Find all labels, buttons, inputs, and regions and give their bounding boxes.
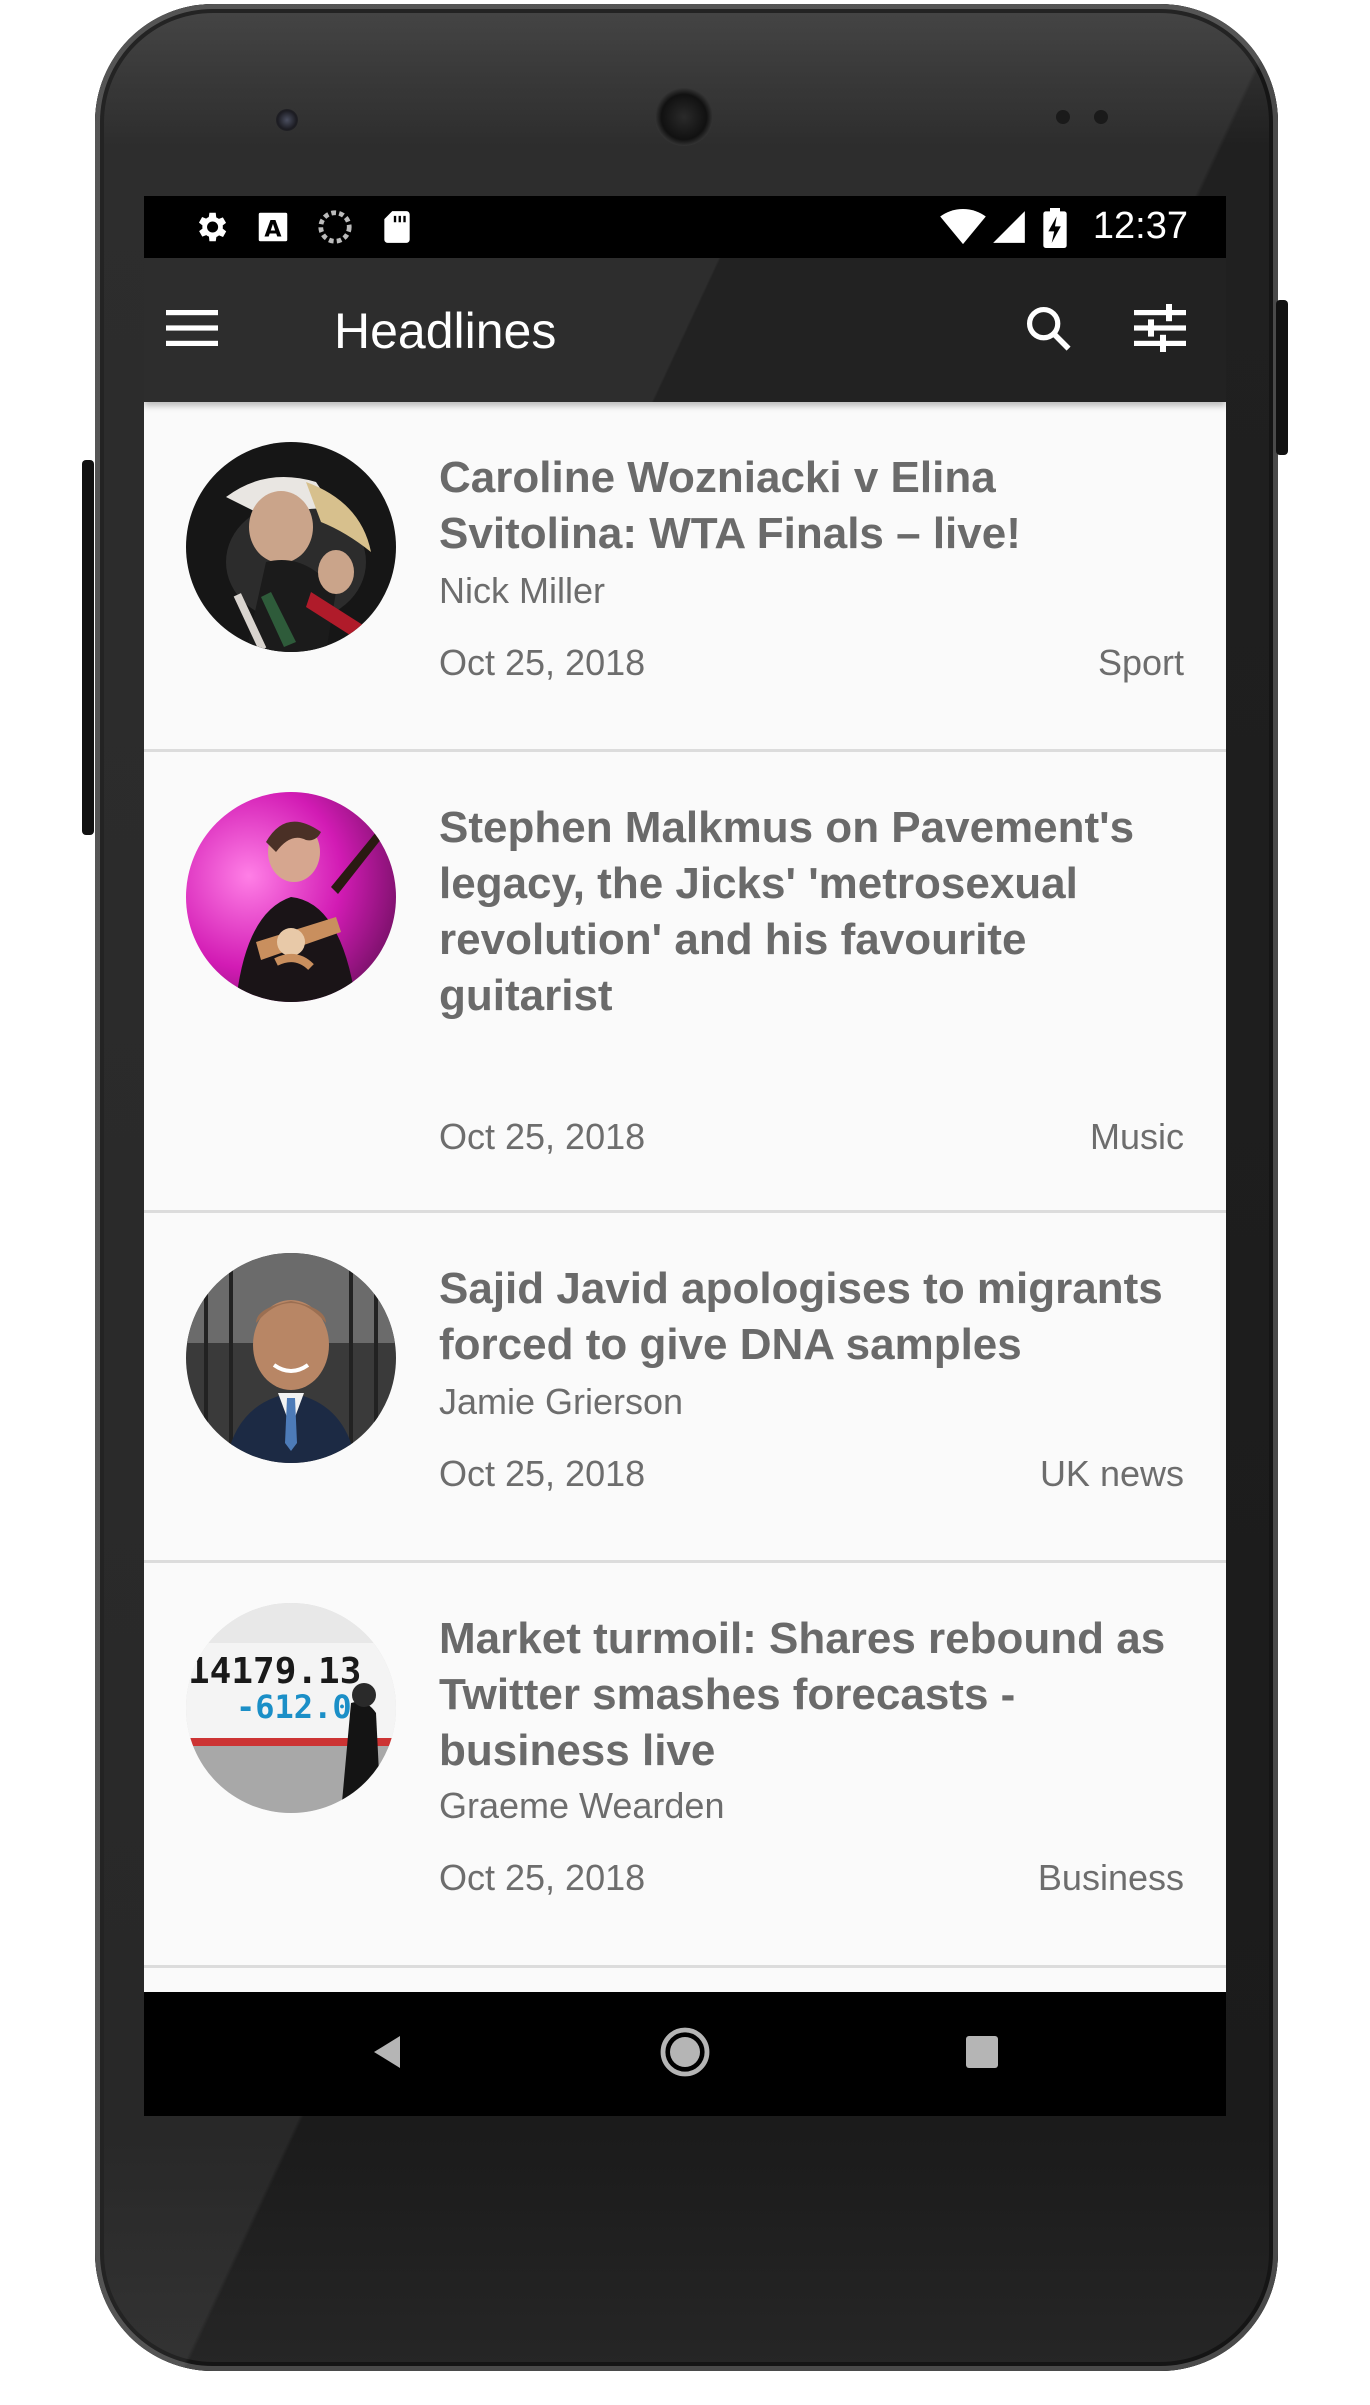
search-icon <box>1022 302 1074 359</box>
battery-charging-icon <box>1040 208 1070 248</box>
home-icon <box>659 2026 711 2083</box>
power-button <box>1276 300 1288 455</box>
system-nav-bar <box>144 1992 1226 2116</box>
front-camera <box>276 109 298 131</box>
article-thumbnail <box>186 1253 396 1463</box>
article-date: Oct 25, 2018 <box>439 1857 646 1898</box>
list-item[interactable]: Stephen Malkmus on Pavement's legacy, th… <box>144 752 1226 1213</box>
earpiece <box>655 88 713 146</box>
back-icon <box>368 2032 408 2077</box>
article-date: Oct 25, 2018 <box>439 642 646 683</box>
article-thumbnail <box>186 792 396 1002</box>
article-headline: Stephen Malkmus on Pavement's legacy, th… <box>439 803 1135 1020</box>
sliders-icon <box>1134 303 1186 357</box>
recents-button[interactable] <box>950 2022 1014 2086</box>
article-section: Sport <box>1097 642 1184 683</box>
hamburger-icon <box>166 308 218 353</box>
svg-text:A: A <box>264 217 282 243</box>
recents-icon <box>964 2034 1000 2075</box>
article-section: Music <box>1089 1116 1184 1157</box>
status-bar: A 12:37 <box>144 196 1226 258</box>
article-thumbnail: 14179.13 -612.0 <box>186 1603 396 1813</box>
phone-screen: A 12:37 Headlines Caroline Wozniacki v E… <box>144 196 1226 2116</box>
proximity-sensor <box>1056 110 1070 124</box>
wifi-icon <box>940 208 986 246</box>
menu-button[interactable] <box>156 294 228 366</box>
back-button[interactable] <box>356 2022 420 2086</box>
list-item[interactable]: Caroline Wozniacki v Elina Svitolina: WT… <box>144 402 1226 752</box>
filter-button[interactable] <box>1124 294 1196 366</box>
list-item[interactable]: 14179.13 -612.0 Market turmoil: Shares r… <box>144 1563 1226 1968</box>
signal-icon <box>990 208 1028 246</box>
headline-list: Caroline Wozniacki v Elina Svitolina: WT… <box>144 402 1226 1968</box>
article-thumbnail <box>186 442 396 652</box>
volume-button <box>82 460 94 835</box>
article-headline: Market turmoil: Shares rebound as Twitte… <box>439 1614 1166 1775</box>
article-section: Business <box>1037 1857 1184 1898</box>
article-author: Jamie Grierson <box>439 1381 684 1422</box>
list-item[interactable]: Sajid Javid apologises to migrants force… <box>144 1213 1226 1563</box>
sync-icon <box>316 208 354 246</box>
article-date: Oct 25, 2018 <box>439 1453 646 1494</box>
thumb-index-value: 14179.13 <box>188 1651 361 1692</box>
search-button[interactable] <box>1012 294 1084 366</box>
article-section: UK news <box>1039 1453 1184 1494</box>
thumb-change-value: -612.0 <box>236 1688 352 1726</box>
article-date: Oct 25, 2018 <box>439 1116 646 1157</box>
clock-time: 12:37 <box>1092 205 1188 247</box>
home-button[interactable] <box>653 2022 717 2086</box>
page-title: Headlines <box>334 303 557 359</box>
settings-icon <box>192 208 230 246</box>
app-toolbar: Headlines <box>144 258 1226 402</box>
article-headline: Caroline Wozniacki v Elina Svitolina: WT… <box>439 453 1021 558</box>
article-author: Graeme Wearden <box>439 1785 725 1826</box>
a-badge-icon: A <box>254 208 292 246</box>
light-sensor <box>1094 110 1108 124</box>
article-headline: Sajid Javid apologises to migrants force… <box>439 1264 1163 1369</box>
sd-card-icon <box>378 208 416 246</box>
article-author: Nick Miller <box>439 570 605 611</box>
